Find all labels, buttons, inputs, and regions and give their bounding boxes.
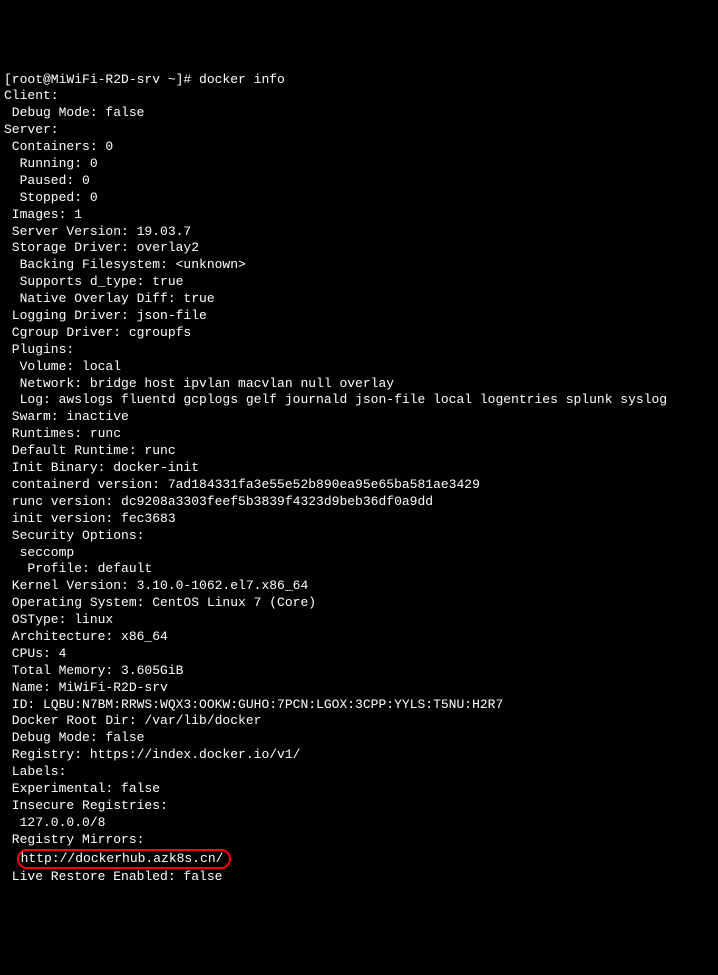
debug-mode-line: Debug Mode: false <box>4 730 714 747</box>
init-version-line: init version: fec3683 <box>4 511 714 528</box>
plugins-line: Plugins: <box>4 342 714 359</box>
client-header: Client: <box>4 88 714 105</box>
cgroup-driver-line: Cgroup Driver: cgroupfs <box>4 325 714 342</box>
server-header: Server: <box>4 122 714 139</box>
architecture-line: Architecture: x86_64 <box>4 629 714 646</box>
kernel-version-line: Kernel Version: 3.10.0-1062.el7.x86_64 <box>4 578 714 595</box>
network-line: Network: bridge host ipvlan macvlan null… <box>4 376 714 393</box>
registry-line: Registry: https://index.docker.io/v1/ <box>4 747 714 764</box>
prompt-line: [root@MiWiFi-R2D-srv ~]# docker info <box>4 72 714 89</box>
storage-driver-line: Storage Driver: overlay2 <box>4 240 714 257</box>
registry-mirrors-line: Registry Mirrors: <box>4 832 714 849</box>
highlighted-mirror-url: http://dockerhub.azk8s.cn/ <box>17 849 232 870</box>
name-line: Name: MiWiFi-R2D-srv <box>4 680 714 697</box>
init-binary-line: Init Binary: docker-init <box>4 460 714 477</box>
seccomp-line: seccomp <box>4 545 714 562</box>
ostype-line: OSType: linux <box>4 612 714 629</box>
default-runtime-line: Default Runtime: runc <box>4 443 714 460</box>
logging-driver-line: Logging Driver: json-file <box>4 308 714 325</box>
mirror-line: http://dockerhub.azk8s.cn/ <box>4 849 714 870</box>
labels-line: Labels: <box>4 764 714 781</box>
stopped-line: Stopped: 0 <box>4 190 714 207</box>
docker-root-line: Docker Root Dir: /var/lib/docker <box>4 713 714 730</box>
security-options-line: Security Options: <box>4 528 714 545</box>
operating-system-line: Operating System: CentOS Linux 7 (Core) <box>4 595 714 612</box>
native-overlay-line: Native Overlay Diff: true <box>4 291 714 308</box>
total-memory-line: Total Memory: 3.605GiB <box>4 663 714 680</box>
volume-line: Volume: local <box>4 359 714 376</box>
containers-line: Containers: 0 <box>4 139 714 156</box>
live-restore-line: Live Restore Enabled: false <box>4 869 714 886</box>
swarm-line: Swarm: inactive <box>4 409 714 426</box>
backing-filesystem-line: Backing Filesystem: <unknown> <box>4 257 714 274</box>
server-version-line: Server Version: 19.03.7 <box>4 224 714 241</box>
client-debug-mode: Debug Mode: false <box>4 105 714 122</box>
id-line: ID: LQBU:N7BM:RRWS:WQX3:OOKW:GUHO:7PCN:L… <box>4 697 714 714</box>
cpus-line: CPUs: 4 <box>4 646 714 663</box>
insecure-registries-line: Insecure Registries: <box>4 798 714 815</box>
terminal-output: [root@MiWiFi-R2D-srv ~]# docker infoClie… <box>4 72 714 887</box>
running-line: Running: 0 <box>4 156 714 173</box>
images-line: Images: 1 <box>4 207 714 224</box>
runtimes-line: Runtimes: runc <box>4 426 714 443</box>
paused-line: Paused: 0 <box>4 173 714 190</box>
experimental-line: Experimental: false <box>4 781 714 798</box>
containerd-version-line: containerd version: 7ad184331fa3e55e52b8… <box>4 477 714 494</box>
runc-version-line: runc version: dc9208a3303feef5b3839f4323… <box>4 494 714 511</box>
insecure-reg-value-line: 127.0.0.0/8 <box>4 815 714 832</box>
profile-line: Profile: default <box>4 561 714 578</box>
log-line: Log: awslogs fluentd gcplogs gelf journa… <box>4 392 714 409</box>
supports-dtype-line: Supports d_type: true <box>4 274 714 291</box>
